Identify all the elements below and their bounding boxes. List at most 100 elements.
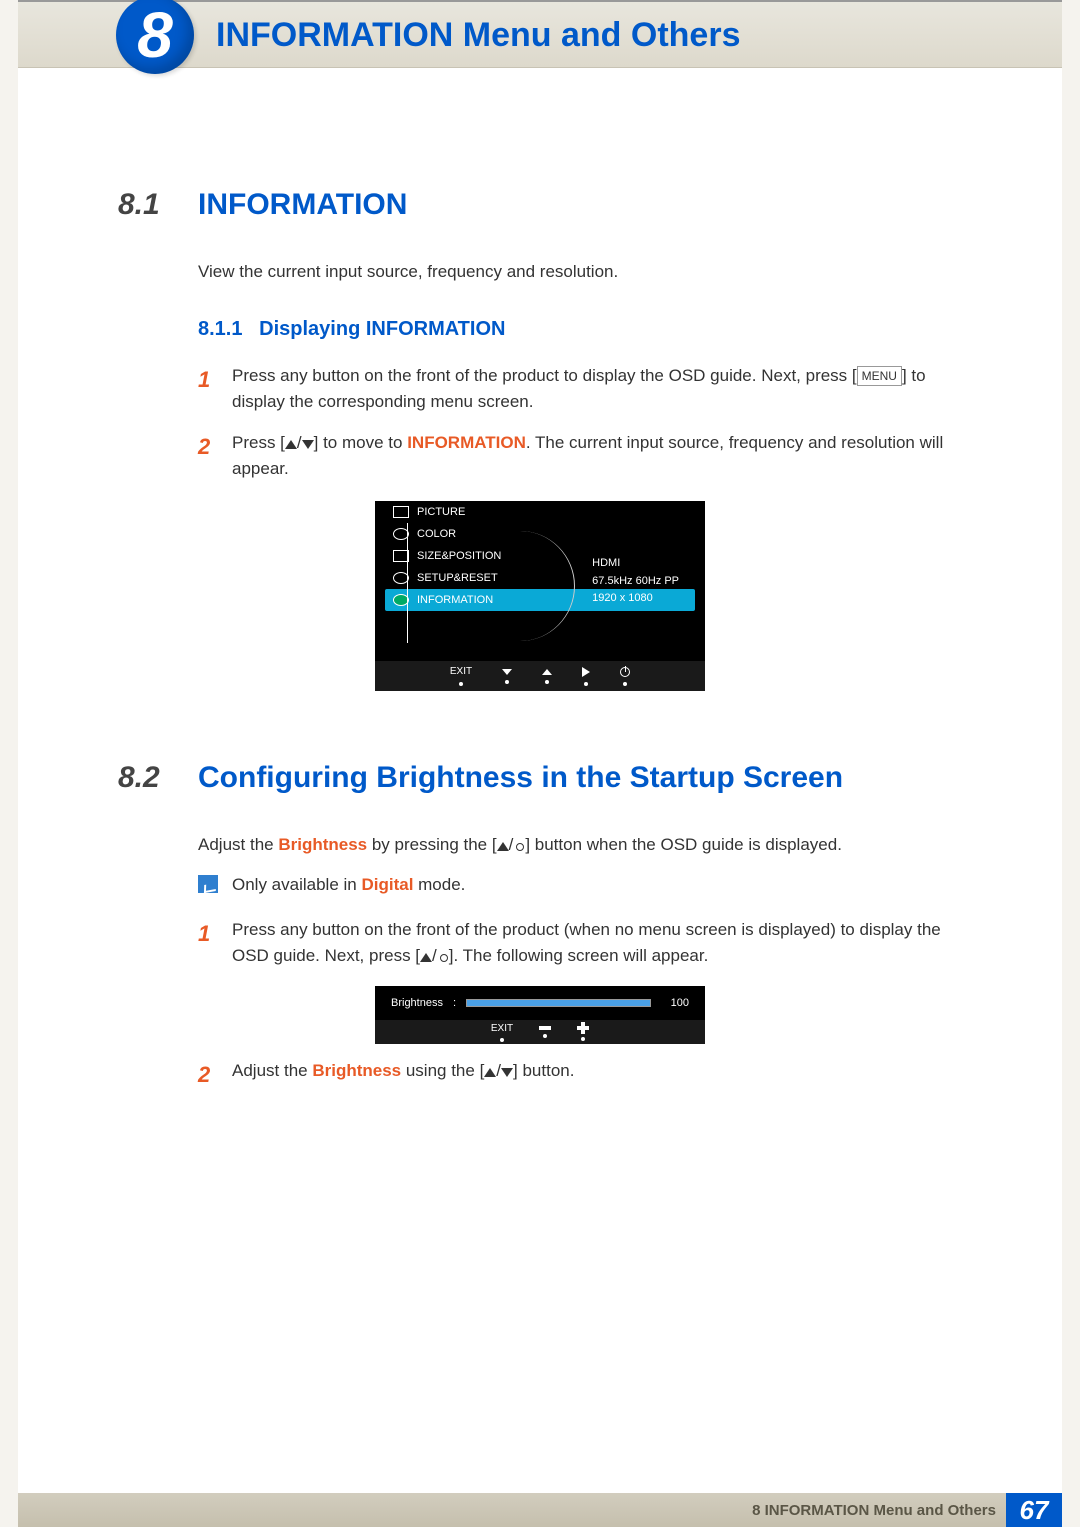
dot-icon bbox=[623, 682, 627, 686]
chapter-header: 8 INFORMATION Menu and Others bbox=[18, 0, 1062, 68]
osd-brightness-screenshot: Brightness : 100 EXIT bbox=[375, 986, 705, 1044]
text: Only available in bbox=[232, 875, 361, 894]
text: by pressing the [ bbox=[367, 835, 496, 854]
highlight: Brightness bbox=[312, 1061, 401, 1080]
highlight: Brightness bbox=[278, 835, 367, 854]
osd-menu-label: SIZE&POSITION bbox=[417, 550, 501, 562]
step-list-8-2: 1 Press any button on the front of the p… bbox=[198, 917, 962, 968]
step-text: Press any button on the front of the pro… bbox=[232, 366, 857, 385]
brightness-sun-icon bbox=[437, 951, 449, 963]
minus-icon bbox=[539, 1026, 551, 1030]
subsection-heading-8-1-1: 8.1.1 Displaying INFORMATION bbox=[198, 318, 962, 341]
manual-page: 8 INFORMATION Menu and Others 8.1 INFORM… bbox=[18, 0, 1062, 1527]
section-heading-8-1: 8.1 INFORMATION bbox=[118, 188, 962, 222]
step-number: 2 bbox=[198, 430, 232, 481]
text: mode. bbox=[413, 875, 465, 894]
page-number: 67 bbox=[1006, 1493, 1062, 1527]
dot-icon bbox=[543, 1034, 547, 1038]
brightness-sun-icon bbox=[513, 840, 525, 852]
osd-info-source: HDMI bbox=[592, 555, 679, 573]
osd-info-panel: HDMI 67.5kHz 60Hz PP 1920 x 1080 bbox=[592, 555, 679, 608]
osd-footer-bar: EXIT bbox=[375, 661, 705, 691]
step-text: ]. The following screen will appear. bbox=[449, 946, 709, 965]
step-text: using the [ bbox=[401, 1061, 484, 1080]
plus-icon bbox=[577, 1023, 589, 1033]
osd-menu-label: INFORMATION bbox=[417, 594, 493, 606]
step-text: ] button. bbox=[513, 1061, 574, 1080]
note-icon bbox=[198, 875, 218, 893]
up-arrow-icon bbox=[420, 953, 432, 962]
up-arrow-icon bbox=[484, 1068, 496, 1077]
chapter-number-badge: 8 bbox=[116, 0, 194, 74]
step-text: Press [ bbox=[232, 433, 285, 452]
text: ] button when the OSD guide is displayed… bbox=[525, 835, 842, 854]
section-description: View the current input source, frequency… bbox=[198, 262, 962, 282]
up-arrow-icon bbox=[497, 842, 509, 851]
osd-information-screenshot: PICTURE COLOR SIZE&POSITION SETUP&RESET … bbox=[375, 501, 705, 691]
section-title: INFORMATION bbox=[198, 188, 407, 222]
osd-info-frequency: 67.5kHz 60Hz PP bbox=[592, 573, 679, 591]
page-content: 8.1 INFORMATION View the current input s… bbox=[18, 188, 1062, 1091]
menu-tree-line bbox=[407, 523, 408, 643]
page-footer: 8 INFORMATION Menu and Others 67 bbox=[18, 1493, 1062, 1527]
subsection-number: 8.1.1 bbox=[198, 318, 242, 340]
brightness-slider-fill bbox=[467, 1000, 650, 1006]
osd-info-resolution: 1920 x 1080 bbox=[592, 590, 679, 608]
footer-chapter-label: 8 INFORMATION Menu and Others bbox=[752, 1502, 996, 1519]
osd-menu-picture: PICTURE bbox=[375, 501, 705, 523]
note-text: Only available in Digital mode. bbox=[232, 875, 465, 895]
osd-footer-bar: EXIT bbox=[375, 1020, 705, 1044]
step-body: Press any button on the front of the pro… bbox=[232, 917, 962, 968]
step-number: 2 bbox=[198, 1058, 232, 1091]
section-number: 8.1 bbox=[118, 188, 198, 222]
section-number: 8.2 bbox=[118, 761, 198, 795]
osd-menu-label: PICTURE bbox=[417, 506, 465, 518]
subsection-title: Displaying INFORMATION bbox=[259, 318, 505, 340]
brightness-slider-track bbox=[466, 999, 651, 1007]
step-text: ] to move to bbox=[314, 433, 408, 452]
menu-key-label: MENU bbox=[857, 366, 902, 386]
dot-icon bbox=[584, 682, 588, 686]
up-arrow-icon bbox=[285, 440, 297, 449]
step-body: Press any button on the front of the pro… bbox=[232, 363, 962, 414]
step-number: 1 bbox=[198, 363, 232, 414]
dot-icon bbox=[459, 682, 463, 686]
step-body: Adjust the Brightness using the [/] butt… bbox=[232, 1058, 962, 1091]
osd-brightness-row: Brightness : 100 bbox=[375, 986, 705, 1020]
enter-arrow-icon bbox=[582, 667, 590, 677]
dot-icon bbox=[505, 680, 509, 684]
osd-brightness-label: Brightness bbox=[391, 997, 443, 1009]
step-list-8-1-1: 1 Press any button on the front of the p… bbox=[198, 363, 962, 481]
step-body: Press [/] to move to INFORMATION. The cu… bbox=[232, 430, 962, 481]
step-2: 2 Adjust the Brightness using the [/] bu… bbox=[198, 1058, 962, 1091]
down-arrow-icon bbox=[502, 669, 512, 675]
step-1: 1 Press any button on the front of the p… bbox=[198, 363, 962, 414]
section-description: Adjust the Brightness by pressing the [/… bbox=[198, 835, 962, 855]
step-1: 1 Press any button on the front of the p… bbox=[198, 917, 962, 968]
picture-icon bbox=[393, 506, 409, 518]
power-icon bbox=[620, 667, 630, 677]
dot-icon bbox=[581, 1037, 585, 1041]
osd-exit-label: EXIT bbox=[491, 1023, 513, 1034]
step-number: 1 bbox=[198, 917, 232, 968]
step-2: 2 Press [/] to move to INFORMATION. The … bbox=[198, 430, 962, 481]
up-arrow-icon bbox=[542, 669, 552, 675]
step-text: Adjust the bbox=[232, 1061, 312, 1080]
dot-icon bbox=[545, 680, 549, 684]
osd-menu-label: SETUP&RESET bbox=[417, 572, 498, 584]
osd-menu-label: COLOR bbox=[417, 528, 456, 540]
chapter-title: INFORMATION Menu and Others bbox=[216, 16, 740, 55]
step-list-8-2-cont: 2 Adjust the Brightness using the [/] bu… bbox=[198, 1058, 962, 1091]
section-title: Configuring Brightness in the Startup Sc… bbox=[198, 761, 843, 795]
osd-exit-label: EXIT bbox=[450, 666, 472, 677]
text: Adjust the bbox=[198, 835, 278, 854]
dot-icon bbox=[500, 1038, 504, 1042]
colon: : bbox=[453, 997, 456, 1009]
down-arrow-icon bbox=[501, 1068, 513, 1077]
note-block: Only available in Digital mode. bbox=[198, 875, 962, 895]
highlight: Digital bbox=[361, 875, 413, 894]
down-arrow-icon bbox=[302, 440, 314, 449]
brightness-value: 100 bbox=[661, 997, 689, 1009]
section-heading-8-2: 8.2 Configuring Brightness in the Startu… bbox=[118, 761, 962, 795]
highlight: INFORMATION bbox=[407, 433, 526, 452]
